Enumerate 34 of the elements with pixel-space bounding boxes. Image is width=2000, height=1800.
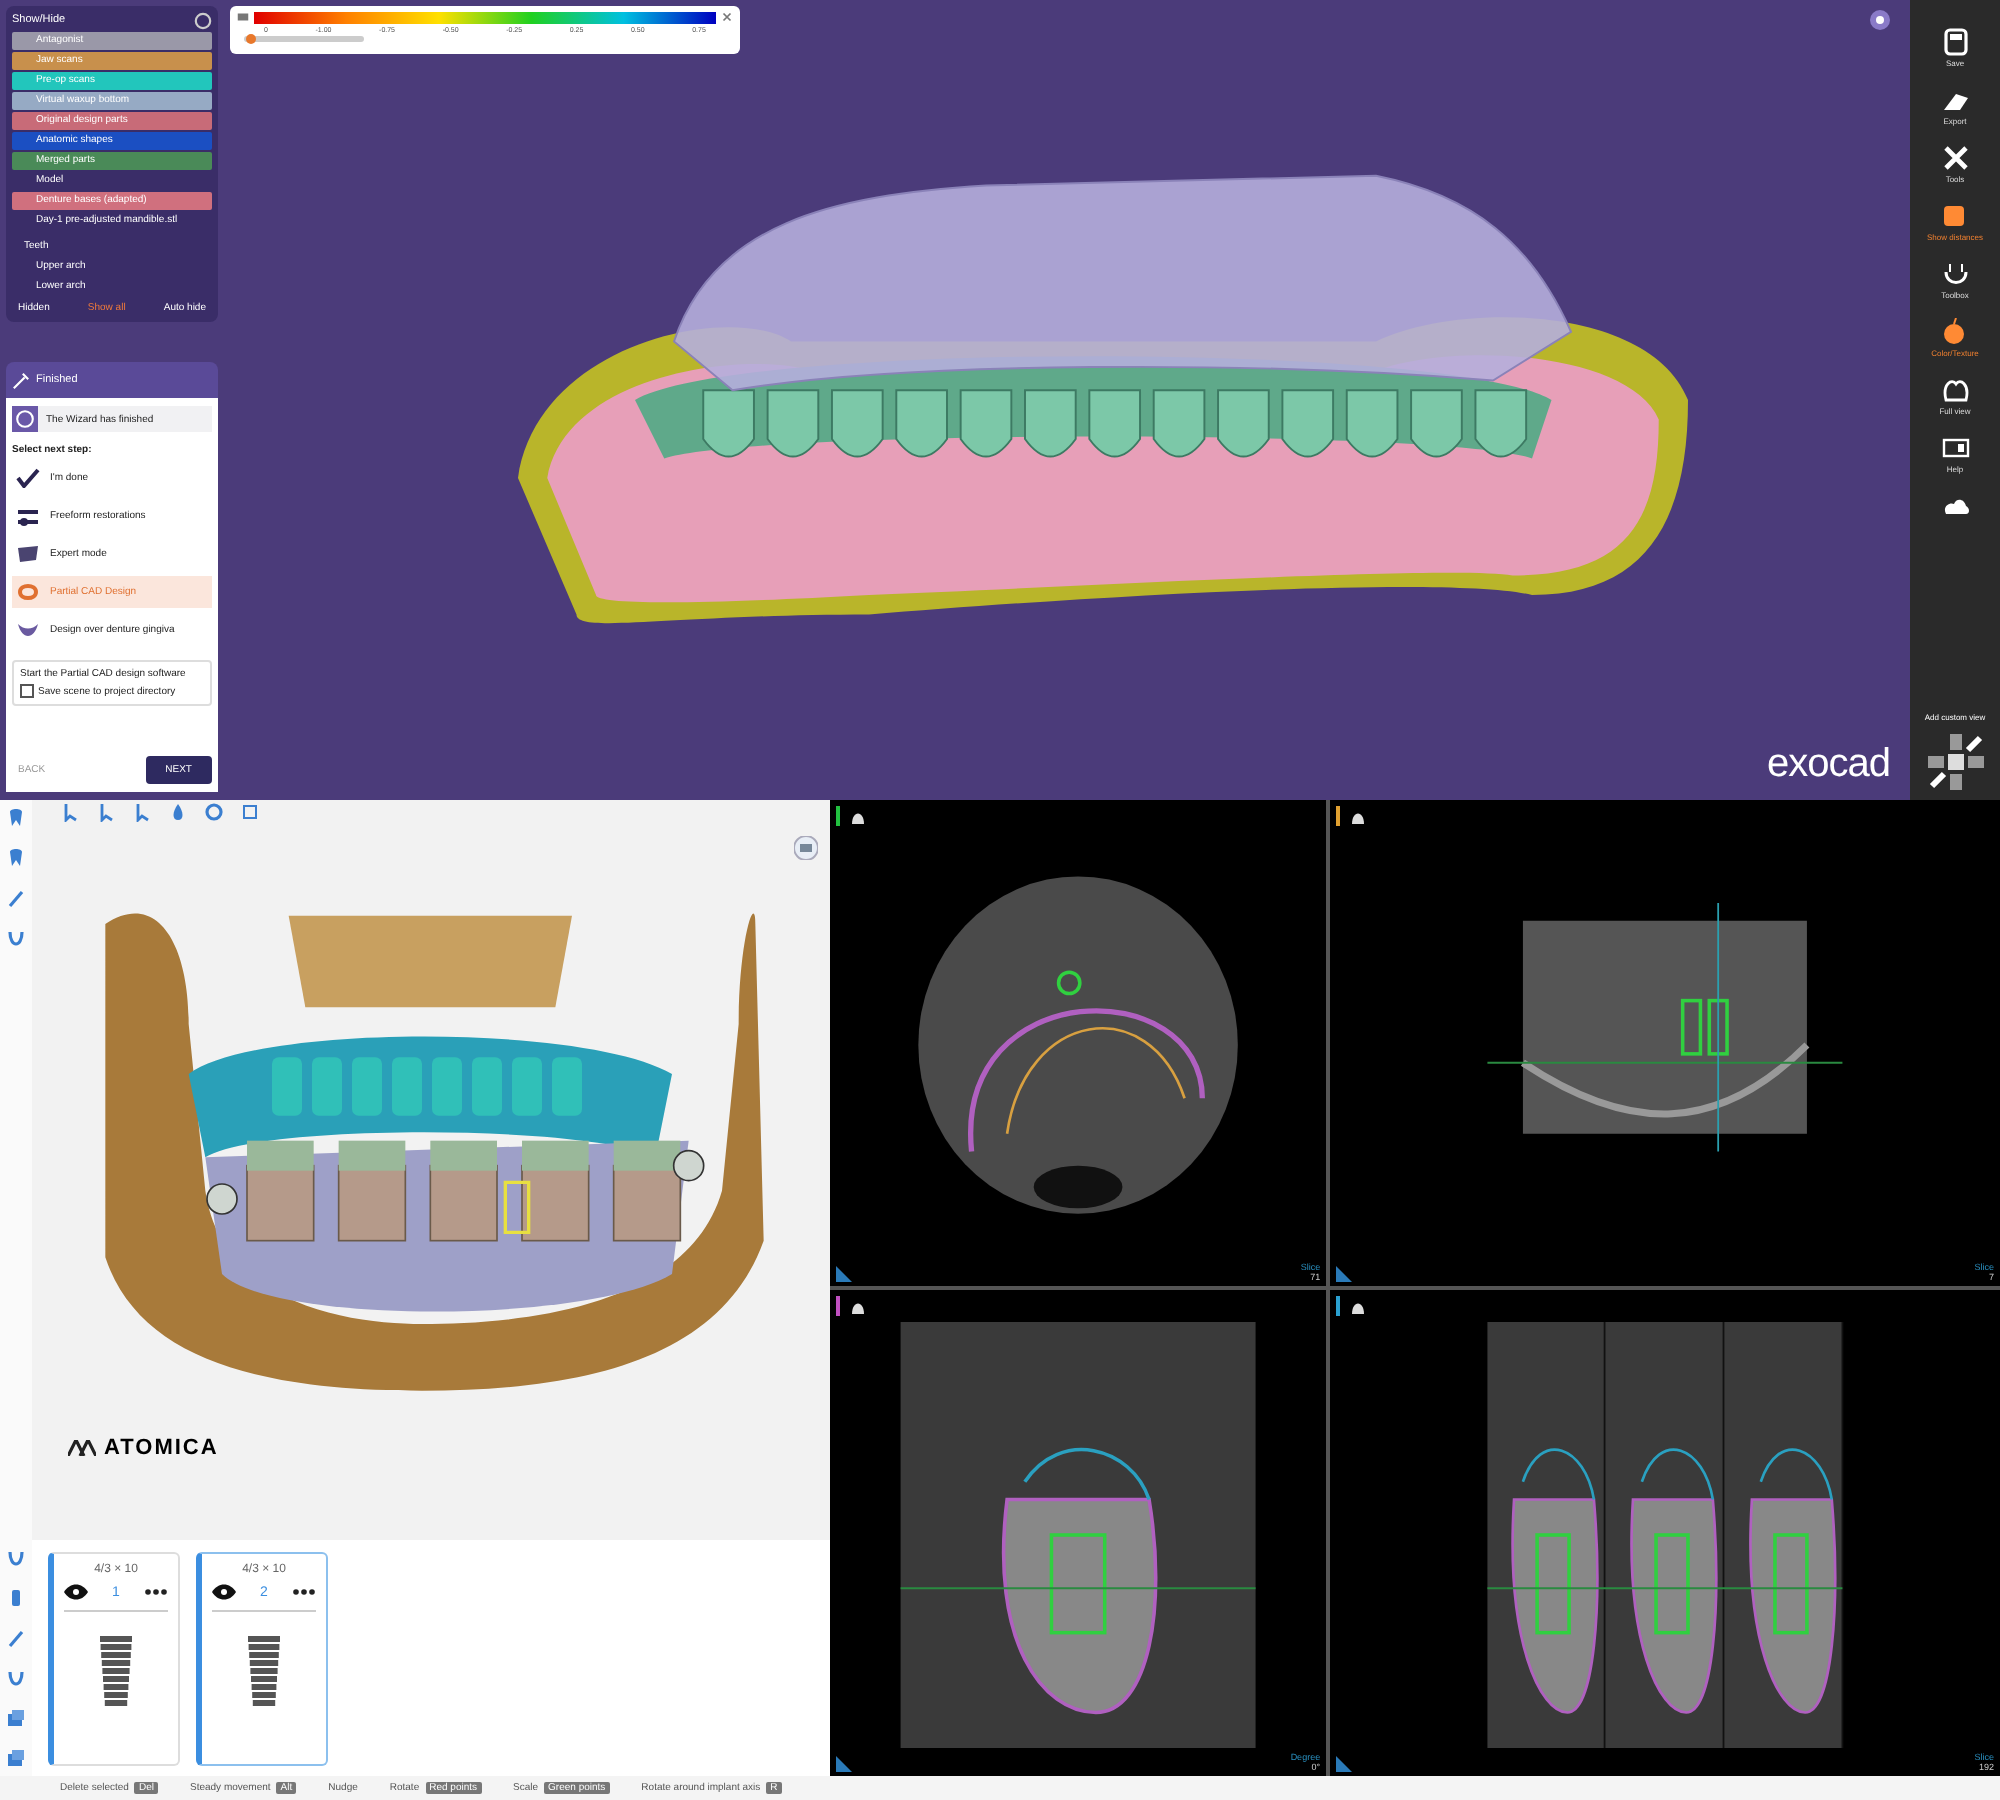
drop-icon[interactable] [168, 802, 188, 822]
step-icon [16, 506, 40, 526]
implant-icon[interactable] [6, 1588, 26, 1608]
range-slider[interactable] [244, 36, 364, 42]
step-icon [16, 468, 40, 488]
texture-icon [1940, 318, 1969, 346]
fullview-icon [1941, 376, 1969, 404]
eye-icon[interactable] [212, 1582, 237, 1602]
notification-icon[interactable] [1870, 10, 1890, 30]
wand-icon [12, 371, 30, 389]
arch-icon[interactable] [6, 928, 26, 948]
settings-icon [194, 11, 212, 29]
step-icon [16, 620, 40, 640]
save-icon [1941, 28, 1969, 56]
checkbox[interactable] [20, 684, 34, 698]
exocad-logo: exocad [1767, 742, 1890, 788]
square-icon[interactable] [240, 802, 260, 822]
arch-icon[interactable] [6, 1548, 26, 1568]
settings-icon[interactable] [204, 802, 224, 822]
eye-icon[interactable] [64, 1582, 89, 1602]
info-icon [12, 406, 38, 432]
view-cube-icon[interactable] [1925, 732, 1985, 792]
atomica-logo: ATOMICA [68, 1436, 830, 1460]
help-icon [1941, 434, 1969, 462]
step-icon [16, 544, 40, 564]
printer-icon[interactable] [794, 836, 818, 860]
slider-thumb[interactable] [246, 34, 257, 44]
arch-icon[interactable] [6, 1668, 26, 1688]
step-icon [16, 582, 40, 602]
distances-icon [1940, 202, 1969, 230]
toolbox-icon [1941, 260, 1969, 288]
logo-mark-icon [68, 1440, 96, 1456]
close-icon[interactable] [720, 10, 734, 24]
tools-icon [1941, 144, 1969, 172]
